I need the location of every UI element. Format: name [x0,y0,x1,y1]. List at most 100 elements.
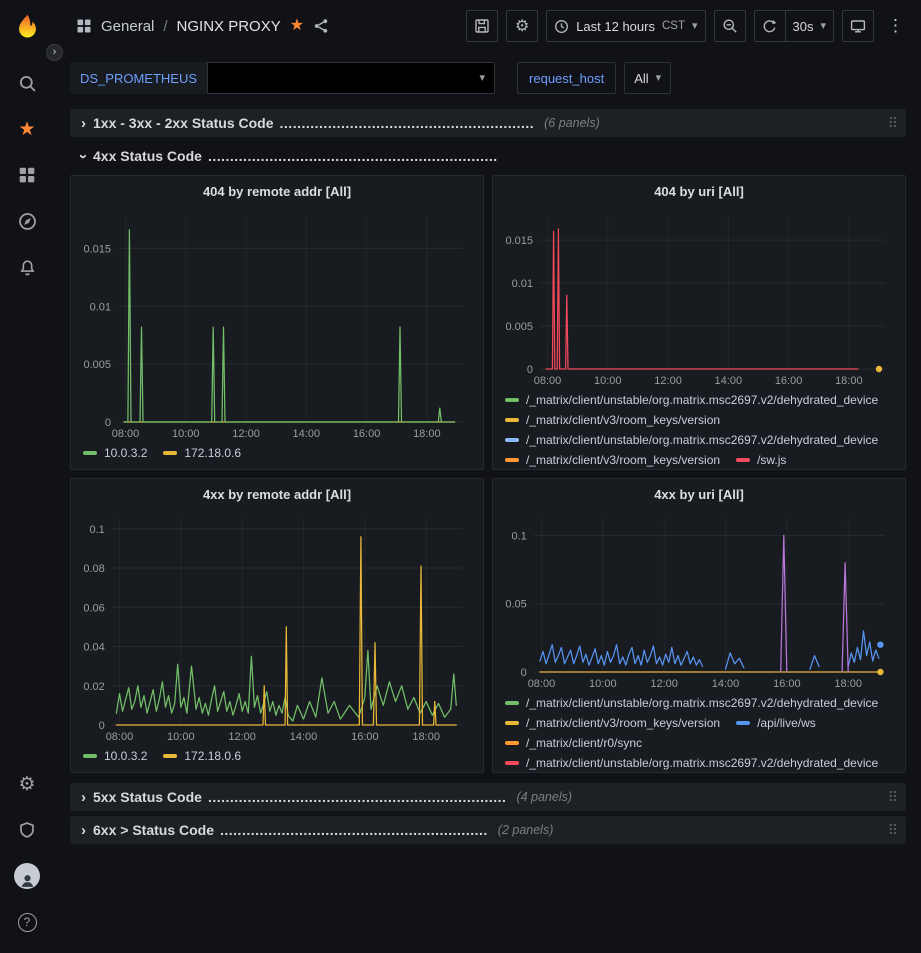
legend-item[interactable]: 10.0.3.2 [83,444,147,462]
legend-item[interactable]: /_matrix/client/unstable/org.matrix.msc2… [505,431,878,449]
svg-text:14:00: 14:00 [293,428,321,440]
legend-item[interactable]: 10.0.3.2 [83,747,147,765]
sidebar-search-button[interactable] [5,60,49,106]
svg-text:10:00: 10:00 [589,678,617,690]
legend-item[interactable]: /_matrix/client/unstable/org.matrix.msc2… [505,694,878,712]
favorite-star-icon[interactable]: ★ [290,18,304,34]
legend-item[interactable]: 172.18.0.6 [163,444,241,462]
zoom-out-time-button[interactable] [714,10,746,42]
svg-text:18:00: 18:00 [834,678,862,690]
breadcrumb-folder[interactable]: General [101,18,154,35]
legend-swatch [505,438,519,442]
legend-label: 172.18.0.6 [184,444,241,462]
legend-item[interactable]: /_matrix/client/v3/room_keys/version [505,411,720,429]
svg-text:0: 0 [521,667,527,679]
legend-item[interactable]: /_matrix/client/r0/sync [505,734,642,752]
timeseries-chart[interactable]: 08:0010:0012:0014:0016:0018:0000.050.1 [497,509,901,692]
svg-text:16:00: 16:00 [773,678,801,690]
chart-area: 08:0010:0012:0014:0016:0018:0000.0050.01… [493,206,905,389]
svg-text:18:00: 18:00 [835,375,863,387]
svg-text:0.08: 0.08 [83,563,104,575]
dashboard-row-4xx[interactable]: › 4xx Status Code ......................… [70,142,906,170]
dashboard-row-6xx[interactable]: › 6xx > Status Code ....................… [70,816,906,844]
chevron-down-icon: ▾ [692,21,698,32]
dashboard-settings-button[interactable]: ⚙ [506,10,538,42]
gear-icon: ⚙ [18,775,35,794]
sidebar-dashboards-button[interactable] [5,152,49,198]
panel-title[interactable]: 4xx by uri [All] [493,479,905,509]
refresh-interval-picker[interactable]: 30s ▾ [786,10,835,42]
sidebar-expand-button[interactable]: › [46,44,63,61]
grafana-logo[interactable] [0,13,54,40]
timeseries-chart[interactable]: 08:0010:0012:0014:0016:0018:0000.020.040… [75,509,479,745]
save-icon [474,18,490,34]
panel-4xx-by-uri: 4xx by uri [All] 08:0010:0012:0014:0016:… [492,478,906,773]
legend-item[interactable]: /sw.js [736,451,786,469]
svg-text:10:00: 10:00 [172,428,200,440]
dashboard-row-5xx[interactable]: › 5xx Status Code ......................… [70,783,906,811]
sidebar-starred-button[interactable]: ★ [5,106,49,152]
row-title-dots: ........................................… [208,789,507,805]
legend: /_matrix/client/unstable/org.matrix.msc2… [493,389,905,469]
time-range-picker[interactable]: Last 12 hours CST ▾ [546,10,705,42]
legend: 10.0.3.2 172.18.0.6 [71,745,483,772]
panel-title[interactable]: 404 by uri [All] [493,176,905,206]
timeseries-chart[interactable]: 08:0010:0012:0014:0016:0018:0000.0050.01… [75,206,479,442]
row-panel-count: (6 panels) [544,116,600,130]
datasource-picker[interactable]: ▾ [207,62,495,94]
share-icon[interactable] [313,18,329,34]
drag-handle-icon[interactable]: ⠿ [888,115,898,132]
legend-item[interactable]: 172.18.0.6 [163,747,241,765]
legend-item[interactable]: /_matrix/client/v3/room_keys/version [505,451,720,469]
sidebar-profile-button[interactable] [5,853,49,899]
svg-text:16:00: 16:00 [353,428,381,440]
panel-title[interactable]: 404 by remote addr [All] [71,176,483,206]
svg-text:08:00: 08:00 [106,731,134,743]
svg-text:18:00: 18:00 [412,731,440,743]
save-dashboard-button[interactable] [466,10,498,42]
drag-handle-icon[interactable]: ⠿ [888,822,898,839]
legend-swatch [505,761,519,765]
row-title: 6xx > Status Code [93,822,214,838]
chevron-right-icon: › [53,47,57,58]
more-options-kebab-icon[interactable]: ⋮ [882,16,909,36]
svg-text:0.01: 0.01 [512,278,533,290]
refresh-button[interactable] [754,10,786,42]
svg-text:0.015: 0.015 [83,243,111,255]
legend-item[interactable]: /_matrix/client/unstable/org.matrix.msc2… [505,391,878,409]
panel-title[interactable]: 4xx by remote addr [All] [71,479,483,509]
sidebar-settings-button[interactable]: ⚙ [5,761,49,807]
dashboard-row-1xx-3xx-2xx[interactable]: › 1xx - 3xx - 2xx Status Code ..........… [70,109,906,137]
sidebar-explore-button[interactable] [5,198,49,244]
sidebar-alerting-button[interactable] [5,244,49,290]
chart-area: 08:0010:0012:0014:0016:0018:0000.050.1 [493,509,905,692]
panel-404-by-uri: 404 by uri [All] 08:0010:0012:0014:0016:… [492,175,906,470]
svg-text:12:00: 12:00 [232,428,260,440]
legend-item[interactable]: /_matrix/client/v3/room_keys/version [505,714,720,732]
user-avatar [14,863,40,889]
dashboard-title[interactable]: NGINX PROXY [177,18,281,35]
legend-label: /_matrix/client/r0/sync [526,734,642,752]
sidebar-admin-button[interactable] [5,807,49,853]
legend-item[interactable]: /api/live/ws [736,714,816,732]
legend-label: /_matrix/client/v3/room_keys/version [526,451,720,469]
tv-mode-button[interactable] [842,10,874,42]
datasource-variable-label[interactable]: DS_PROMETHEUS [70,62,207,94]
legend-item[interactable]: /_matrix/client/unstable/org.matrix.msc2… [505,754,878,772]
timeseries-chart[interactable]: 08:0010:0012:0014:0016:0018:0000.0050.01… [497,206,901,389]
request-host-picker[interactable]: All ▾ [624,62,671,94]
legend-label: /_matrix/client/unstable/org.matrix.msc2… [526,694,878,712]
legend-swatch [505,418,519,422]
search-icon [18,74,37,93]
svg-text:0.05: 0.05 [505,599,526,611]
drag-handle-icon[interactable]: ⠿ [888,789,898,806]
sidebar-help-button[interactable]: ? [5,899,49,945]
svg-text:08:00: 08:00 [112,428,140,440]
zoom-out-icon [722,18,738,34]
row-title: 5xx Status Code [93,789,202,805]
timezone-label: CST [662,20,685,32]
legend-swatch [505,398,519,402]
request-host-variable-label[interactable]: request_host [517,62,616,94]
row-title-dots: ........................................… [208,148,498,164]
legend-swatch [736,721,750,725]
